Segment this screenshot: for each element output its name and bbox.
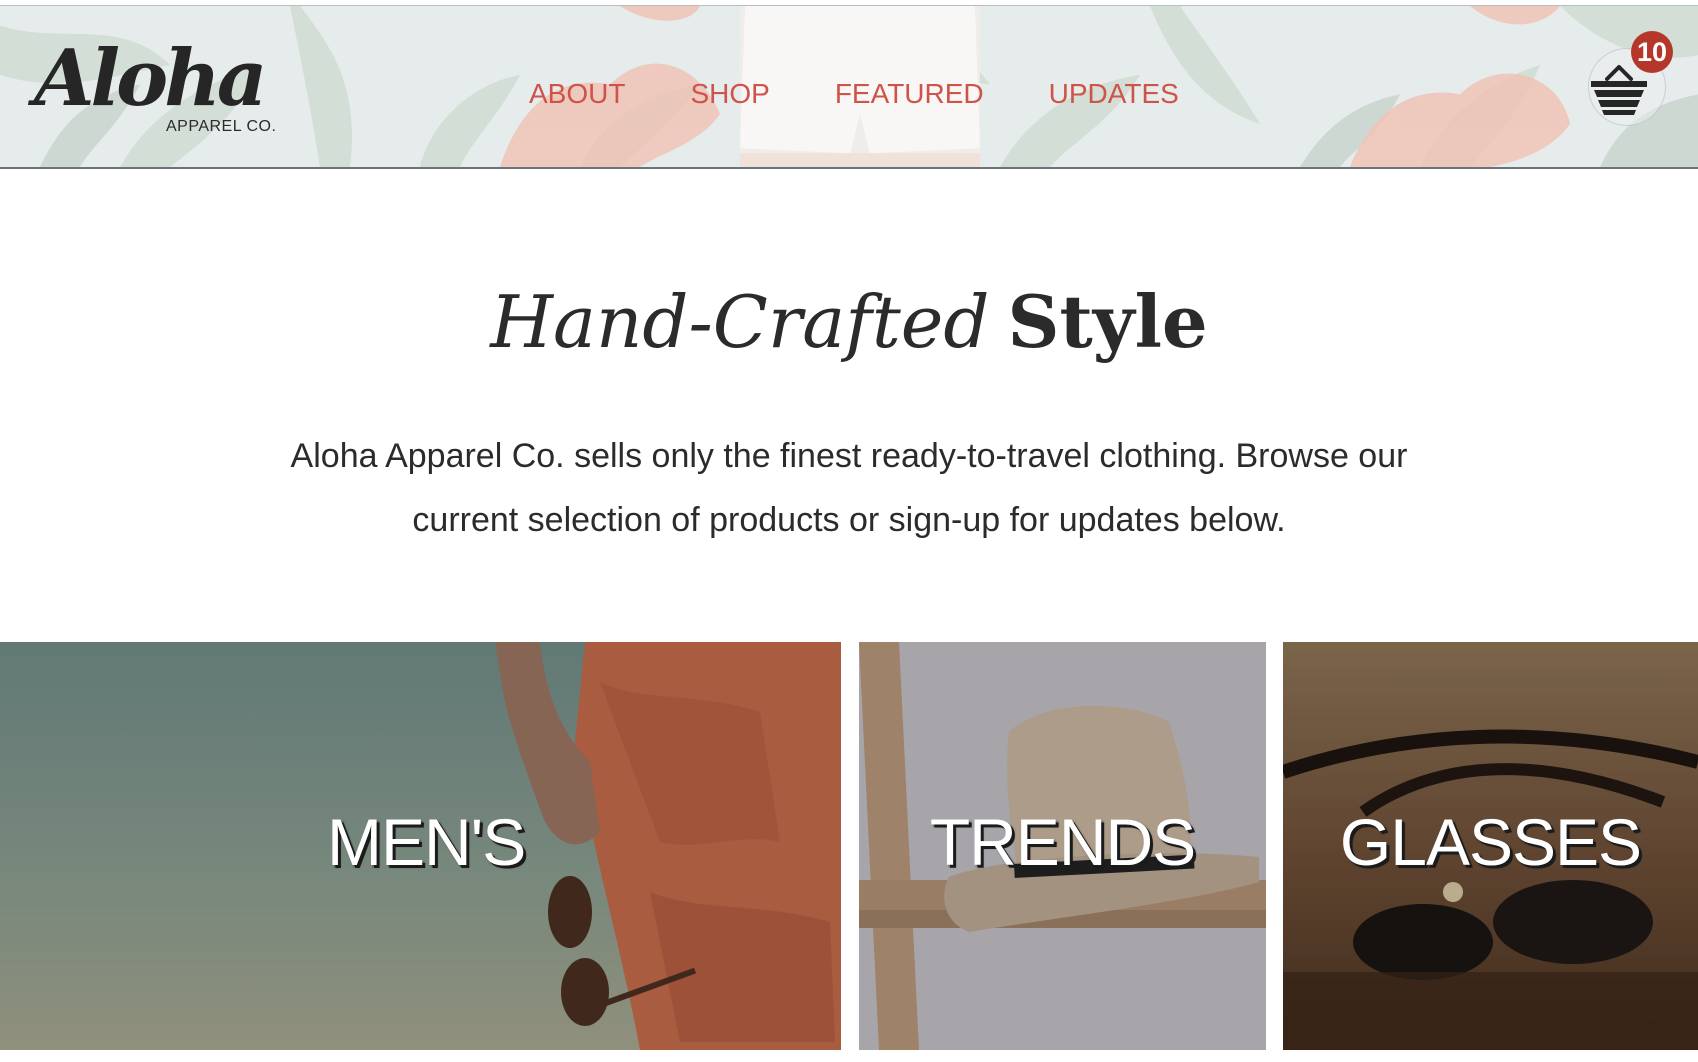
page-headline: Hand-Crafted Style — [0, 272, 1698, 372]
main-nav: ABOUT SHOP FEATURED UPDATES — [529, 76, 1244, 112]
intro-paragraph: Aloha Apparel Co. sells only the finest … — [290, 437, 1408, 539]
headline-bold: Style — [1007, 279, 1208, 364]
site-logo[interactable]: Aloha APPAREL CO. — [34, 34, 294, 144]
category-label-trends: TRENDS — [929, 805, 1196, 879]
nav-item-about[interactable]: ABOUT — [529, 76, 625, 112]
nav-item-featured[interactable]: FEATURED — [835, 76, 984, 112]
category-label-glasses: GLASSES — [1339, 805, 1642, 879]
nav-item-updates[interactable]: UPDATES — [1049, 76, 1179, 112]
category-tile-trends[interactable]: TRENDS — [859, 642, 1266, 1050]
category-tile-mens[interactable]: MEN'S — [0, 642, 841, 1050]
category-label-mens: MEN'S — [327, 805, 526, 879]
nav-item-shop[interactable]: SHOP — [690, 76, 769, 112]
cart-count-badge: 10 — [1631, 31, 1673, 73]
logo-wordmark: Aloha — [34, 33, 267, 124]
logo-tagline: APPAREL CO. — [166, 118, 277, 135]
headline-italic: Hand-Crafted — [490, 280, 990, 364]
category-tile-glasses[interactable]: GLASSES — [1283, 642, 1698, 1050]
site-header: Aloha APPAREL CO. ABOUT SHOP FEATURED UP… — [0, 5, 1698, 169]
